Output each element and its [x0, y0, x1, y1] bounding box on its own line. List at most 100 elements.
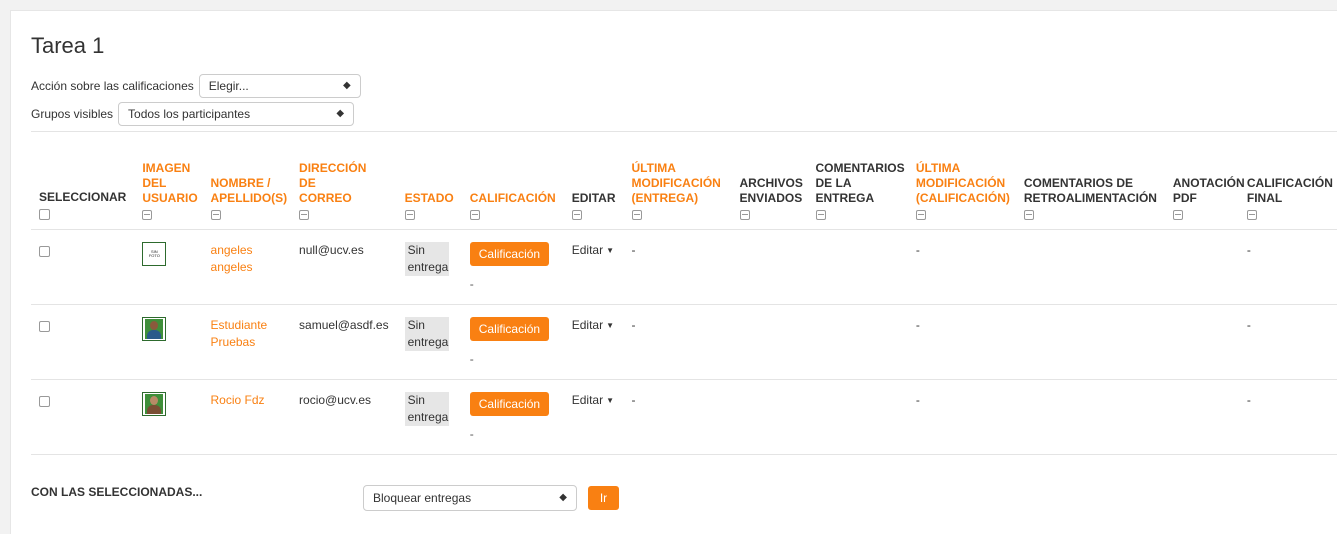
collapse-column-icon[interactable]: [404, 210, 415, 220]
feedback-comments: [1015, 304, 1165, 380]
user-photo-icon: [145, 394, 164, 414]
row-select-checkbox[interactable]: [39, 246, 50, 257]
header-email[interactable]: DIRECCIÓN DE CORREO: [291, 131, 397, 230]
collapse-column-icon[interactable]: [571, 210, 582, 220]
final-grade: -: [1238, 379, 1337, 455]
collapse-column-icon[interactable]: [915, 210, 926, 220]
bulk-action-value: Bloquear entregas: [373, 491, 472, 505]
user-photo-icon: [145, 319, 164, 339]
header-feedback-comments: COMENTARIOS DE RETROALIMENTACIÓN: [1015, 131, 1165, 230]
grade-value: -: [469, 352, 474, 366]
select-caret-icon: ◆: [559, 492, 567, 503]
header-name[interactable]: NOMBRE / APELLIDO(S): [202, 131, 292, 230]
assignment-grading-page: Tarea 1 Acción sobre las calificaciones …: [10, 10, 1337, 534]
user-name-link[interactable]: Rocio Fdz: [211, 393, 265, 407]
last-modified-submission: -: [623, 379, 732, 455]
table-row: SIN FOTO angeles angeles null@ucv.es Sin …: [31, 229, 1337, 305]
no-photo-icon: SIN FOTO: [148, 249, 160, 258]
grading-action-value: Elegir...: [208, 79, 249, 93]
header-submission-comments: COMENTARIOS DE LA ENTREGA: [807, 131, 908, 230]
header-last-modified-grade[interactable]: ÚLTIMA MODIFICACIÓN (CALIFICACIÓN): [907, 131, 1016, 230]
table-row: Rocio Fdz rocio@ucv.es Sin entrega Calif…: [31, 379, 1337, 455]
chevron-down-icon: ▼: [606, 396, 615, 405]
collapse-column-icon[interactable]: [210, 210, 221, 220]
select-caret-icon: ◆: [343, 80, 351, 91]
header-final-grade: CALIFICACIÓN FINAL: [1238, 131, 1337, 230]
collapse-column-icon[interactable]: [1246, 210, 1257, 220]
header-user-picture[interactable]: IMAGEN DEL USUARIO: [134, 131, 203, 230]
edit-menu[interactable]: Editar ▼: [563, 379, 624, 455]
collapse-column-icon[interactable]: [299, 210, 310, 220]
files-submitted: [731, 379, 808, 455]
groups-row: Grupos visibles Todos los participantes …: [31, 102, 355, 126]
table-header-row: SELECCIONAR IMAGEN DEL USUARIO NOMBRE / …: [31, 131, 1337, 230]
pdf-annotation: [1164, 229, 1239, 305]
grading-action-select[interactable]: Elegir... ◆: [198, 74, 361, 98]
collapse-column-icon[interactable]: [142, 210, 153, 220]
avatar[interactable]: [142, 317, 167, 341]
status-badge: Sin entrega: [404, 392, 449, 426]
submissions-table: SELECCIONAR IMAGEN DEL USUARIO NOMBRE / …: [31, 131, 1337, 455]
header-last-modified-submission[interactable]: ÚLTIMA MODIFICACIÓN (ENTREGA): [623, 131, 732, 230]
edit-menu[interactable]: Editar ▼: [563, 229, 624, 305]
header-files-submitted: ARCHIVOS ENVIADOS: [731, 131, 808, 230]
files-submitted: [731, 304, 808, 380]
groups-value: Todos los participantes: [128, 107, 251, 121]
header-edit: EDITAR: [563, 131, 624, 230]
submission-comments: [807, 304, 908, 380]
select-caret-icon: ◆: [336, 108, 345, 119]
bulk-action-label: CON LAS SELECCIONADAS...: [31, 485, 203, 499]
edit-menu[interactable]: Editar ▼: [563, 304, 624, 380]
collapse-column-icon[interactable]: [1023, 210, 1034, 220]
submission-comments: [807, 229, 908, 305]
final-grade: -: [1238, 304, 1337, 380]
files-submitted: [731, 229, 808, 305]
collapse-column-icon[interactable]: [1172, 210, 1183, 220]
groups-select[interactable]: Todos los participantes ◆: [118, 102, 355, 126]
final-grade: -: [1238, 229, 1337, 305]
feedback-comments: [1015, 229, 1165, 305]
header-status[interactable]: ESTADO: [396, 131, 462, 230]
chevron-down-icon: ▼: [606, 246, 615, 255]
user-name-link[interactable]: Estudiante Pruebas: [211, 318, 268, 349]
last-modified-submission: -: [623, 304, 732, 380]
avatar[interactable]: [142, 392, 167, 416]
select-all-checkbox[interactable]: [39, 209, 50, 220]
grade-button[interactable]: Calificación: [469, 317, 550, 341]
chevron-down-icon: ▼: [606, 321, 615, 330]
user-email: samuel@asdf.es: [291, 304, 397, 380]
grading-action-row: Acción sobre las calificaciones Elegir..…: [31, 74, 361, 98]
collapse-column-icon[interactable]: [469, 210, 480, 220]
pdf-annotation: [1164, 379, 1239, 455]
grade-value: -: [469, 427, 474, 441]
groups-label: Grupos visibles: [31, 107, 114, 121]
last-modified-grade: -: [907, 304, 1016, 380]
user-name-link[interactable]: angeles angeles: [211, 243, 253, 274]
grading-action-label: Acción sobre las calificaciones: [31, 79, 194, 93]
submission-comments: [807, 379, 908, 455]
page-title: Tarea 1: [31, 33, 105, 58]
collapse-column-icon[interactable]: [739, 210, 750, 220]
feedback-comments: [1015, 379, 1165, 455]
last-modified-grade: -: [907, 229, 1016, 305]
go-button[interactable]: Ir: [588, 486, 619, 510]
user-email: rocio@ucv.es: [291, 379, 397, 455]
grade-value: -: [469, 277, 474, 291]
avatar[interactable]: SIN FOTO: [142, 242, 167, 266]
collapse-column-icon[interactable]: [815, 210, 826, 220]
grade-button[interactable]: Calificación: [469, 242, 550, 266]
bulk-action-select[interactable]: Bloquear entregas ◆: [363, 485, 577, 511]
header-grade[interactable]: CALIFICACIÓN: [461, 131, 564, 230]
table-row: Estudiante Pruebas samuel@asdf.es Sin en…: [31, 304, 1337, 380]
header-select: SELECCIONAR: [31, 131, 135, 230]
last-modified-submission: -: [623, 229, 732, 305]
user-email: null@ucv.es: [291, 229, 397, 305]
collapse-column-icon[interactable]: [631, 210, 642, 220]
row-select-checkbox[interactable]: [39, 321, 50, 332]
status-badge: Sin entrega: [404, 317, 449, 351]
row-select-checkbox[interactable]: [39, 396, 50, 407]
status-badge: Sin entrega: [404, 242, 449, 276]
header-pdf-annotation: ANOTACIÓN PDF: [1164, 131, 1245, 230]
pdf-annotation: [1164, 304, 1239, 380]
grade-button[interactable]: Calificación: [469, 392, 550, 416]
